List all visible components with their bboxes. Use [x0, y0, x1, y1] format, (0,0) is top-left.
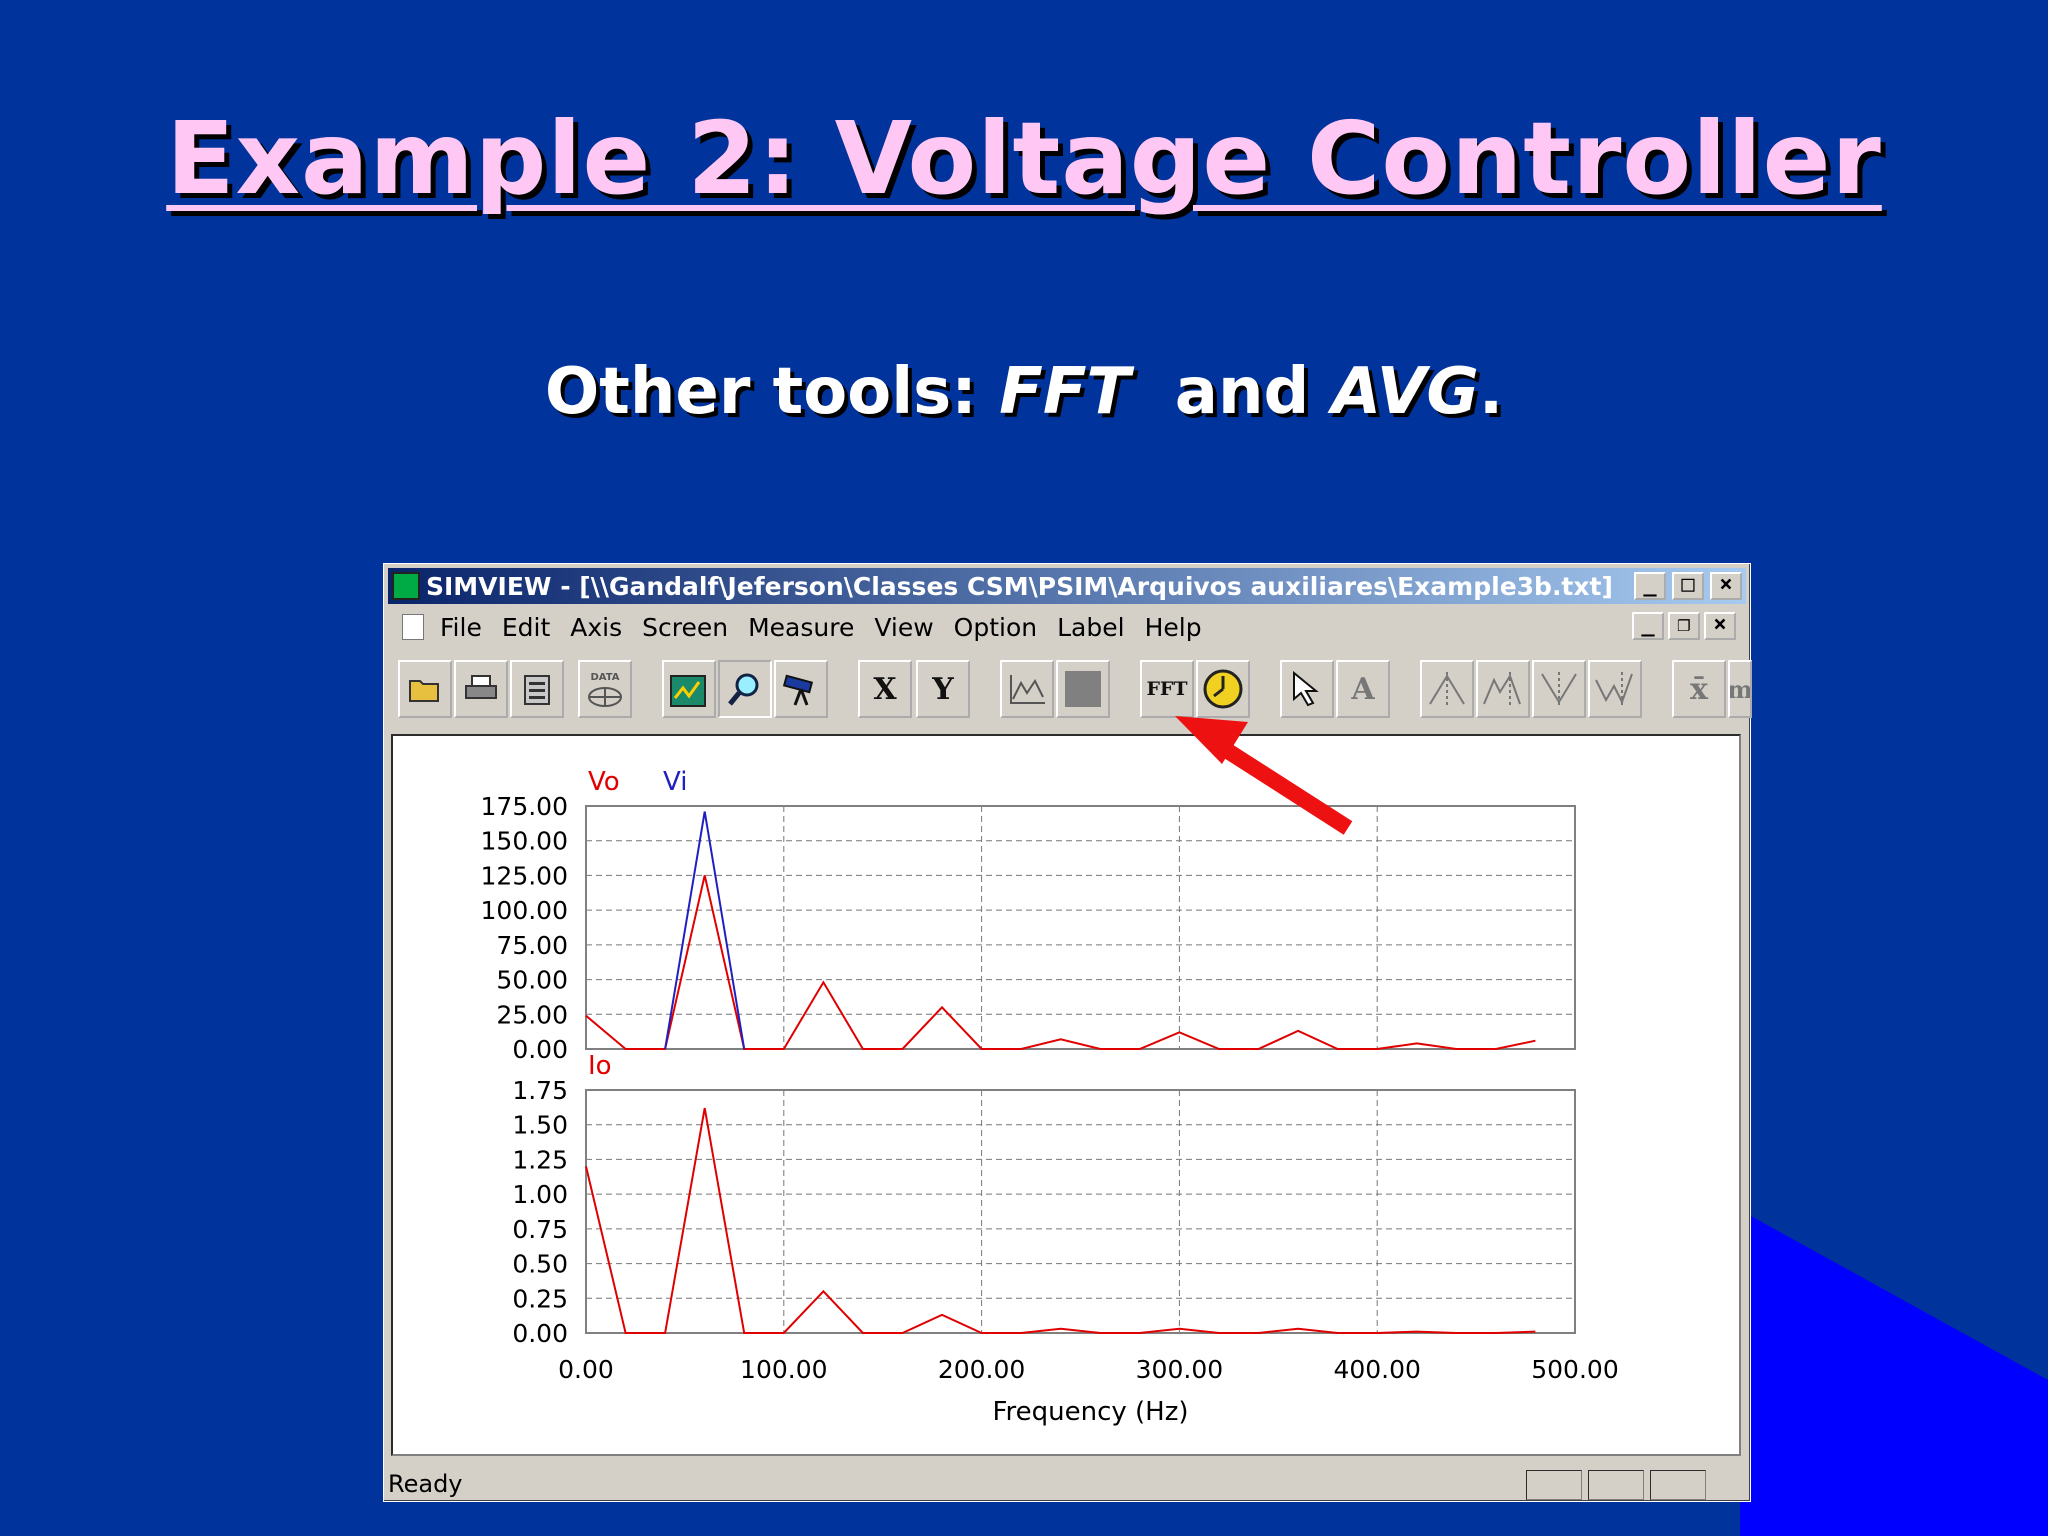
- menubar: File Edit Axis Screen Measure View Optio…: [388, 608, 1746, 646]
- minimize-button[interactable]: _: [1634, 572, 1666, 600]
- text-label-button[interactable]: A: [1336, 660, 1390, 718]
- menu-label[interactable]: Label: [1057, 613, 1124, 642]
- y-tick-label: 150.00: [481, 827, 568, 856]
- x-tick-label: 400.00: [1333, 1355, 1420, 1384]
- screen-icon[interactable]: [1056, 660, 1110, 718]
- fft-word: FFT: [999, 355, 1131, 429]
- status-bar: Ready: [388, 1470, 1746, 1500]
- y-tick-label: 0.75: [512, 1215, 568, 1244]
- series-line-vo: [585, 875, 1536, 1050]
- series-line-io: [585, 1107, 1536, 1334]
- measure-m-button[interactable]: m: [1728, 660, 1752, 718]
- y-tick-label: 100.00: [481, 896, 568, 925]
- avg-word: AVG: [1331, 355, 1479, 429]
- menu-help[interactable]: Help: [1145, 613, 1202, 642]
- pointer-icon[interactable]: [1280, 660, 1334, 718]
- doc-close-button[interactable]: ×: [1704, 612, 1736, 640]
- x-tick-label: 100.00: [740, 1355, 827, 1384]
- simview-window: SIMVIEW - [\\Gandalf\Jeferson\Classes CS…: [383, 563, 1752, 1502]
- status-text: Ready: [388, 1470, 463, 1498]
- x-axis-button[interactable]: X: [858, 660, 912, 718]
- menu-option[interactable]: Option: [954, 613, 1037, 642]
- avg-clock-icon[interactable]: [1196, 660, 1250, 718]
- status-pane: [1526, 1470, 1582, 1500]
- average-button[interactable]: x̄: [1672, 660, 1726, 718]
- x-tick-label: 200.00: [938, 1355, 1025, 1384]
- maximize-button[interactable]: □: [1672, 572, 1704, 600]
- data-icon-label: DATA: [590, 672, 619, 683]
- next-max-icon[interactable]: [1476, 660, 1530, 718]
- document-icon[interactable]: [402, 614, 424, 640]
- menu-screen[interactable]: Screen: [642, 613, 728, 642]
- y-tick-label: 75.00: [496, 931, 568, 960]
- chart-select-icon[interactable]: [662, 660, 716, 718]
- x-axis-label: Frequency (Hz): [992, 1397, 1188, 1427]
- plot-frame: [585, 1089, 1576, 1334]
- menu-measure[interactable]: Measure: [748, 613, 854, 642]
- x-tick-label: 500.00: [1531, 1355, 1618, 1384]
- series-line-vi: [664, 811, 746, 1050]
- y-tick-label: 0.50: [512, 1250, 568, 1279]
- next-min-icon[interactable]: [1588, 660, 1642, 718]
- menu-edit[interactable]: Edit: [502, 613, 550, 642]
- window-titlebar[interactable]: SIMVIEW - [\\Gandalf\Jeferson\Classes CS…: [388, 568, 1746, 604]
- peak-min-icon[interactable]: [1532, 660, 1586, 718]
- y-tick-label: 1.50: [512, 1111, 568, 1140]
- x-tick-label: 300.00: [1136, 1355, 1223, 1384]
- close-button[interactable]: ×: [1710, 572, 1742, 600]
- slide-title: Example 2: Voltage Controller: [166, 100, 1882, 217]
- y-tick-label: 1.25: [512, 1145, 568, 1174]
- y-tick-label: 1.00: [512, 1180, 568, 1209]
- y-tick-label: 25.00: [496, 1000, 568, 1029]
- status-pane: [1588, 1470, 1644, 1500]
- window-title: SIMVIEW - [\\Gandalf\Jeferson\Classes CS…: [426, 571, 1613, 601]
- doc-minimize-button[interactable]: _: [1632, 612, 1664, 640]
- plot-area: 175.00 150.00 125.00 100.00 75.00 50.00 25.00 0…: [391, 734, 1741, 1456]
- telescope-icon[interactable]: [774, 660, 828, 718]
- zoom-icon[interactable]: [718, 660, 772, 718]
- y-tick-label: 0.00: [512, 1319, 568, 1348]
- legend-label: Vo: [588, 767, 620, 797]
- y-axis-button[interactable]: Y: [916, 660, 970, 718]
- y-tick-label: 0.00: [512, 1035, 568, 1064]
- data-wheel-icon[interactable]: DATA: [578, 660, 632, 718]
- y-tick-label: 1.75: [512, 1076, 568, 1105]
- fft-chart: 175.00 150.00 125.00 100.00 75.00 50.00 25.00 0…: [481, 767, 1619, 1427]
- x-tick-label: 0.00: [558, 1355, 614, 1384]
- slide-subtitle: Other tools: FFT and AVG.: [544, 355, 1504, 429]
- fft-button[interactable]: FFT: [1140, 660, 1194, 718]
- app-icon[interactable]: [392, 572, 420, 600]
- clipboard-icon[interactable]: [510, 660, 564, 718]
- y-tick-label: 175.00: [481, 792, 568, 821]
- open-folder-icon[interactable]: [398, 660, 452, 718]
- legend-label: Io: [588, 1051, 612, 1081]
- status-pane: [1650, 1470, 1706, 1500]
- menu-view[interactable]: View: [874, 613, 933, 642]
- plot-frame: [585, 805, 1576, 1050]
- toolbar: DATA X Y FFT A x̄ m: [398, 660, 1752, 720]
- y-tick-label: 0.25: [512, 1284, 568, 1313]
- menu-file[interactable]: File: [440, 613, 482, 642]
- peak-max-icon[interactable]: [1420, 660, 1474, 718]
- y-tick-label: 50.00: [496, 966, 568, 995]
- legend-label: Vi: [663, 767, 687, 797]
- print-icon[interactable]: [454, 660, 508, 718]
- doc-restore-button[interactable]: ❐: [1668, 612, 1700, 640]
- add-curve-icon[interactable]: [1000, 660, 1054, 718]
- y-tick-label: 125.00: [481, 861, 568, 890]
- menu-axis[interactable]: Axis: [570, 613, 622, 642]
